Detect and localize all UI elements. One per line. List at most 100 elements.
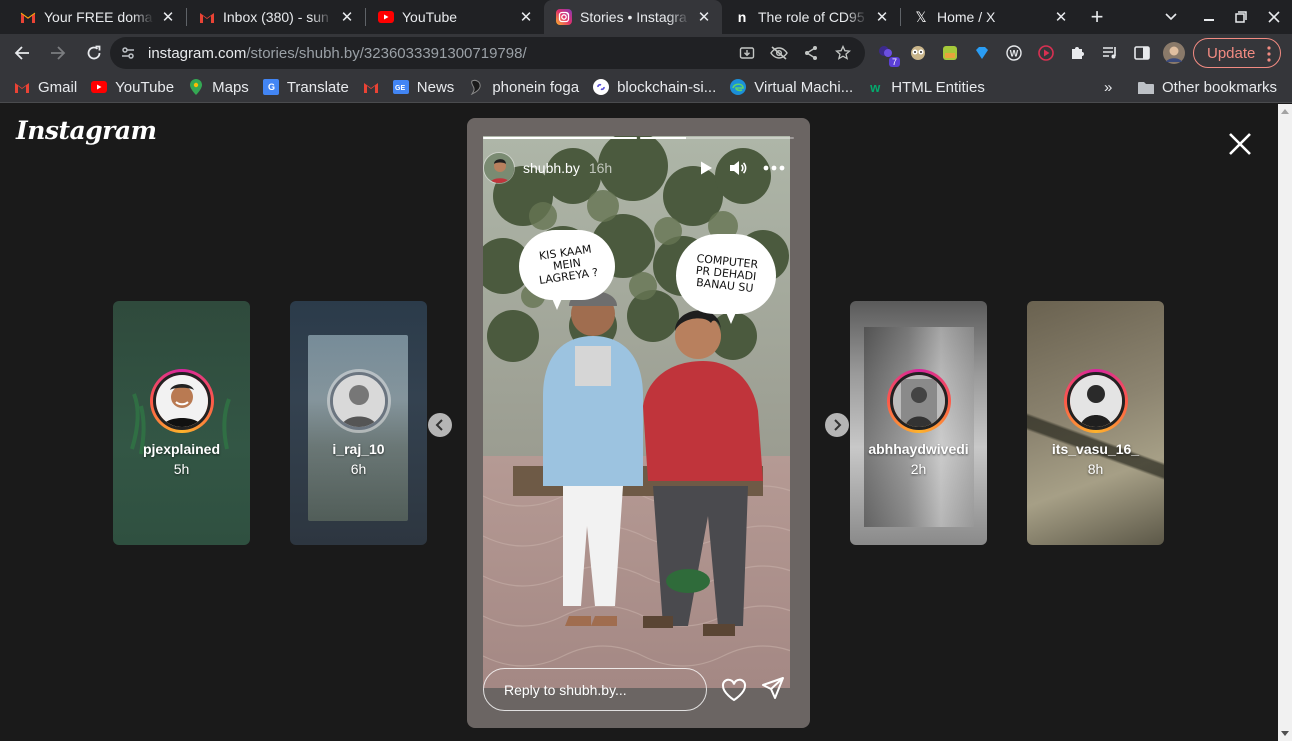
close-icon[interactable]: ✕ <box>160 9 176 26</box>
bookmark-translate[interactable]: G Translate <box>262 79 349 96</box>
bookmark-label: Maps <box>212 78 249 96</box>
eye-off-icon[interactable] <box>763 37 795 69</box>
w-extension-icon[interactable]: W <box>998 37 1030 69</box>
volume-icon[interactable] <box>726 156 750 180</box>
story-card-its-vasu-16[interactable]: its_vasu_16_ 8h <box>1027 301 1164 545</box>
story-username: pjexplained <box>142 441 221 457</box>
update-button[interactable]: Update <box>1193 38 1281 68</box>
previous-story-button[interactable] <box>428 413 452 437</box>
avatar[interactable] <box>483 152 515 184</box>
share-button[interactable] <box>761 676 787 702</box>
x-icon: 𝕏 <box>915 8 927 25</box>
close-icon[interactable]: ✕ <box>874 9 890 26</box>
more-vert-icon[interactable] <box>1267 46 1271 64</box>
story-avatar-ring <box>150 369 214 433</box>
active-story[interactable]: shubh.by 16h KIS KAAM MEIN LAGREYA ? COM… <box>467 118 810 728</box>
close-stories-button[interactable] <box>1222 126 1258 162</box>
bookmark-phonein[interactable]: phonein foga <box>468 79 579 96</box>
like-button[interactable] <box>721 678 747 702</box>
tab-gmail-domain[interactable]: Your FREE doma ✕ <box>8 0 186 34</box>
close-icon[interactable]: ✕ <box>1053 9 1069 26</box>
bookmark-label: News <box>416 78 455 96</box>
story-time: 8h <box>1087 461 1104 477</box>
story-card-pjexplained[interactable]: pjexplained 5h <box>113 301 250 545</box>
page-scrollbar[interactable] <box>1278 104 1292 741</box>
tab-youtube[interactable]: YouTube ✕ <box>366 0 544 34</box>
diamond-extension-icon[interactable] <box>966 37 998 69</box>
story-username[interactable]: shubh.by <box>523 160 580 176</box>
notion-icon: n <box>737 9 747 25</box>
url-text: instagram.com/stories/shubh.by/323603339… <box>148 45 527 62</box>
tab-title: The role of CD95 <box>758 9 865 25</box>
tab-instagram-stories[interactable]: Stories • Instagra ✕ <box>544 0 722 34</box>
site-info-icon[interactable] <box>120 45 140 61</box>
owl-extension-icon[interactable] <box>902 37 934 69</box>
bookmarks-overflow-button[interactable]: » <box>1104 72 1112 103</box>
more-options-icon[interactable] <box>762 156 786 180</box>
record-extension-icon[interactable] <box>1030 37 1062 69</box>
story-avatar-ring <box>327 369 391 433</box>
bookmark-youtube[interactable]: YouTube <box>91 79 174 96</box>
url-path: /stories/shubh.by/3236033391300719798/ <box>246 44 527 62</box>
restore-icon[interactable] <box>1225 0 1257 34</box>
bookmark-gmail-2[interactable] <box>363 79 379 95</box>
scroll-down-arrow-icon[interactable] <box>1281 731 1289 736</box>
play-icon[interactable] <box>694 156 718 180</box>
green-extension-icon[interactable] <box>934 37 966 69</box>
forward-button[interactable] <box>42 37 74 69</box>
bookmark-label: Gmail <box>38 78 78 96</box>
scroll-up-arrow-icon[interactable] <box>1281 109 1289 114</box>
svg-text:GE: GE <box>395 85 405 92</box>
new-tab-button[interactable]: + <box>1079 0 1115 34</box>
close-icon[interactable]: ✕ <box>339 9 355 26</box>
tab-gmail-inbox[interactable]: Inbox (380) - sun ✕ <box>187 0 365 34</box>
next-story-button[interactable] <box>825 413 849 437</box>
tab-strip: Your FREE doma ✕ Inbox (380) - sun ✕ You… <box>0 0 1292 34</box>
other-bookmarks-folder[interactable]: Other bookmarks <box>1138 72 1277 103</box>
address-bar[interactable]: instagram.com/stories/shubh.by/323603339… <box>110 37 865 69</box>
window-close-icon[interactable] <box>1258 0 1290 34</box>
bookmark-label: phonein foga <box>492 78 580 96</box>
instagram-logo[interactable]: Instagram <box>16 116 157 145</box>
close-icon[interactable]: ✕ <box>696 9 712 26</box>
instagram-icon <box>556 9 572 25</box>
bookmark-blockchain[interactable]: blockchain-si... <box>593 79 716 96</box>
bookmark-star-icon[interactable] <box>827 37 859 69</box>
phonein-icon <box>468 79 484 95</box>
back-button[interactable] <box>6 37 38 69</box>
tab-title: YouTube <box>402 9 458 25</box>
tab-notion[interactable]: n The role of CD95 ✕ <box>722 0 900 34</box>
story-progress-bar <box>483 137 794 139</box>
maps-icon <box>188 79 204 95</box>
extension-badge-icon[interactable]: 7 <box>870 37 902 69</box>
speech-bubble-right: COMPUTER PR DEHADI BANAU SU <box>676 234 776 314</box>
share-icon[interactable] <box>795 37 827 69</box>
story-time: 6h <box>350 461 367 477</box>
speech-bubble-text: COMPUTER PR DEHADI BANAU SU <box>695 251 759 295</box>
bookmark-news[interactable]: GE News <box>392 78 455 96</box>
bookmark-maps[interactable]: Maps <box>188 79 249 96</box>
bookmark-virtual-machine[interactable]: Virtual Machi... <box>730 79 853 96</box>
tab-x-home[interactable]: 𝕏 Home / X ✕ <box>901 0 1079 34</box>
close-icon[interactable]: ✕ <box>518 9 534 26</box>
minimize-icon[interactable] <box>1193 0 1225 34</box>
install-app-icon[interactable] <box>731 37 763 69</box>
media-queue-icon[interactable] <box>1094 37 1126 69</box>
story-card-i-raj-10[interactable]: i_raj_10 6h <box>290 301 427 545</box>
story-time: 16h <box>588 160 613 176</box>
profile-avatar[interactable] <box>1158 37 1190 69</box>
tab-search-chevron-icon[interactable] <box>1155 0 1187 34</box>
translate-icon: G <box>262 79 279 95</box>
story-card-abhhaydwivedi[interactable]: abhhaydwivedi 2h <box>850 301 987 545</box>
bookmark-html-entities[interactable]: w HTML Entities <box>867 79 985 96</box>
bookmark-gmail[interactable]: Gmail <box>14 79 77 96</box>
progress-fill <box>640 137 687 139</box>
puzzle-extensions-icon[interactable] <box>1062 37 1094 69</box>
reload-button[interactable] <box>78 37 110 69</box>
side-panel-icon[interactable] <box>1126 37 1158 69</box>
story-avatar-ring <box>1064 369 1128 433</box>
reply-input[interactable]: Reply to shubh.by... <box>483 668 707 711</box>
url-host: instagram.com <box>148 44 247 62</box>
story-username: abhhaydwivedi <box>868 441 969 457</box>
chevron-right-icon <box>834 419 842 431</box>
